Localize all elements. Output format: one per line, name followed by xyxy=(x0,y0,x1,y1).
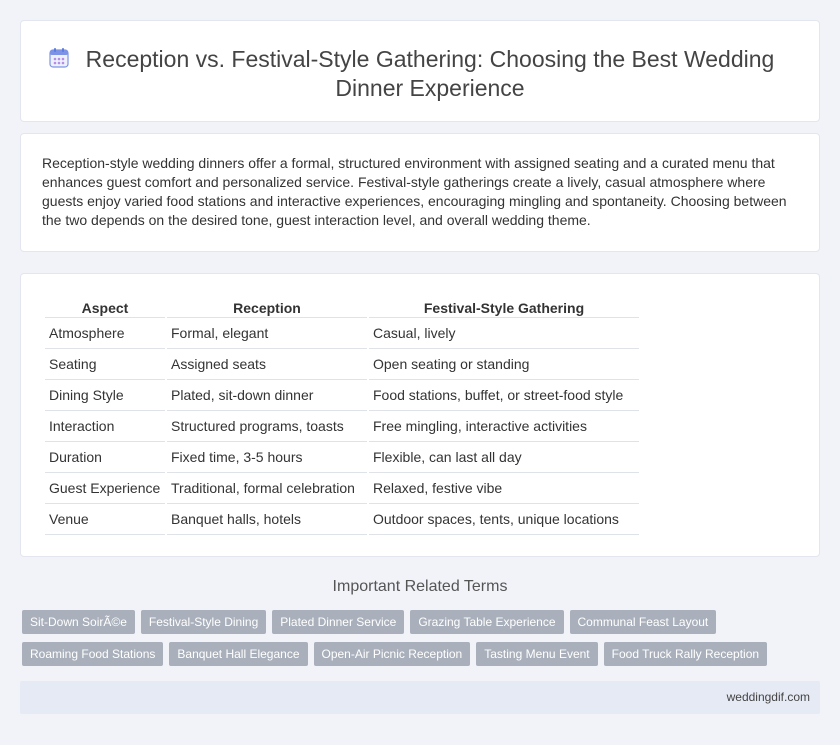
cell-aspect: Interaction xyxy=(45,411,165,442)
footer-site-link[interactable]: weddingdif.com xyxy=(727,690,810,704)
table-row: Seating Assigned seats Open seating or s… xyxy=(45,349,639,380)
tag-row: Sit-Down SoirÃ©e Festival-Style Dining P… xyxy=(22,610,802,634)
table-row: Atmosphere Formal, elegant Casual, livel… xyxy=(45,318,639,349)
tag-row: Roaming Food Stations Banquet Hall Elega… xyxy=(22,642,802,666)
cell-reception: Assigned seats xyxy=(167,349,367,380)
related-term-tag[interactable]: Plated Dinner Service xyxy=(272,610,405,634)
cell-reception: Formal, elegant xyxy=(167,318,367,349)
table-row: Venue Banquet halls, hotels Outdoor spac… xyxy=(45,504,639,535)
cell-reception: Traditional, formal celebration xyxy=(167,473,367,504)
related-term-tag[interactable]: Festival-Style Dining xyxy=(140,610,267,634)
intro-paragraph: Reception-style wedding dinners offer a … xyxy=(42,155,787,228)
cell-reception: Banquet halls, hotels xyxy=(167,504,367,535)
cell-festival: Flexible, can last all day xyxy=(369,442,639,473)
related-term-tag[interactable]: Open-Air Picnic Reception xyxy=(313,642,471,666)
related-term-tag[interactable]: Food Truck Rally Reception xyxy=(603,642,768,666)
related-terms-heading: Important Related Terms xyxy=(332,578,508,595)
cell-festival: Outdoor spaces, tents, unique locations xyxy=(369,504,639,535)
cell-aspect: Seating xyxy=(45,349,165,380)
related-term-tag[interactable]: Roaming Food Stations xyxy=(22,642,164,666)
related-term-tag[interactable]: Tasting Menu Event xyxy=(476,642,598,666)
table-header-row: Aspect Reception Festival-Style Gatherin… xyxy=(45,296,639,318)
related-term-tag[interactable]: Sit-Down SoirÃ©e xyxy=(22,610,135,634)
cell-aspect: Venue xyxy=(45,504,165,535)
header-festival: Festival-Style Gathering xyxy=(369,296,639,318)
cell-festival: Casual, lively xyxy=(369,318,639,349)
header-aspect: Aspect xyxy=(45,296,165,318)
page-title: Reception vs. Festival-Style Gathering: … xyxy=(85,46,775,101)
title-card: Reception vs. Festival-Style Gathering: … xyxy=(20,20,820,122)
cell-reception: Fixed time, 3-5 hours xyxy=(167,442,367,473)
cell-aspect: Duration xyxy=(45,442,165,473)
cell-aspect: Dining Style xyxy=(45,380,165,411)
related-terms-list: Sit-Down SoirÃ©e Festival-Style Dining P… xyxy=(22,610,802,674)
table-row: Guest Experience Traditional, formal cel… xyxy=(45,473,639,504)
cell-festival: Open seating or standing xyxy=(369,349,639,380)
related-term-tag[interactable]: Banquet Hall Elegance xyxy=(169,642,308,666)
related-term-tag[interactable]: Communal Feast Layout xyxy=(569,610,717,634)
cell-reception: Structured programs, toasts xyxy=(167,411,367,442)
header-reception: Reception xyxy=(167,296,367,318)
table-row: Duration Fixed time, 3-5 hours Flexible,… xyxy=(45,442,639,473)
related-term-tag[interactable]: Grazing Table Experience xyxy=(410,610,564,634)
table-row: Dining Style Plated, sit-down dinner Foo… xyxy=(45,380,639,411)
table-row: Interaction Structured programs, toasts … xyxy=(45,411,639,442)
comparison-card: Aspect Reception Festival-Style Gatherin… xyxy=(20,273,820,557)
cell-festival: Relaxed, festive vibe xyxy=(369,473,639,504)
cell-festival: Food stations, buffet, or street-food st… xyxy=(369,380,639,411)
cell-festival: Free mingling, interactive activities xyxy=(369,411,639,442)
footer-bar: weddingdif.com xyxy=(20,681,820,714)
cell-reception: Plated, sit-down dinner xyxy=(167,380,367,411)
intro-card: Reception-style wedding dinners offer a … xyxy=(20,133,820,252)
cell-aspect: Atmosphere xyxy=(45,318,165,349)
cell-aspect: Guest Experience xyxy=(45,473,165,504)
comparison-table: Aspect Reception Festival-Style Gatherin… xyxy=(43,296,641,535)
